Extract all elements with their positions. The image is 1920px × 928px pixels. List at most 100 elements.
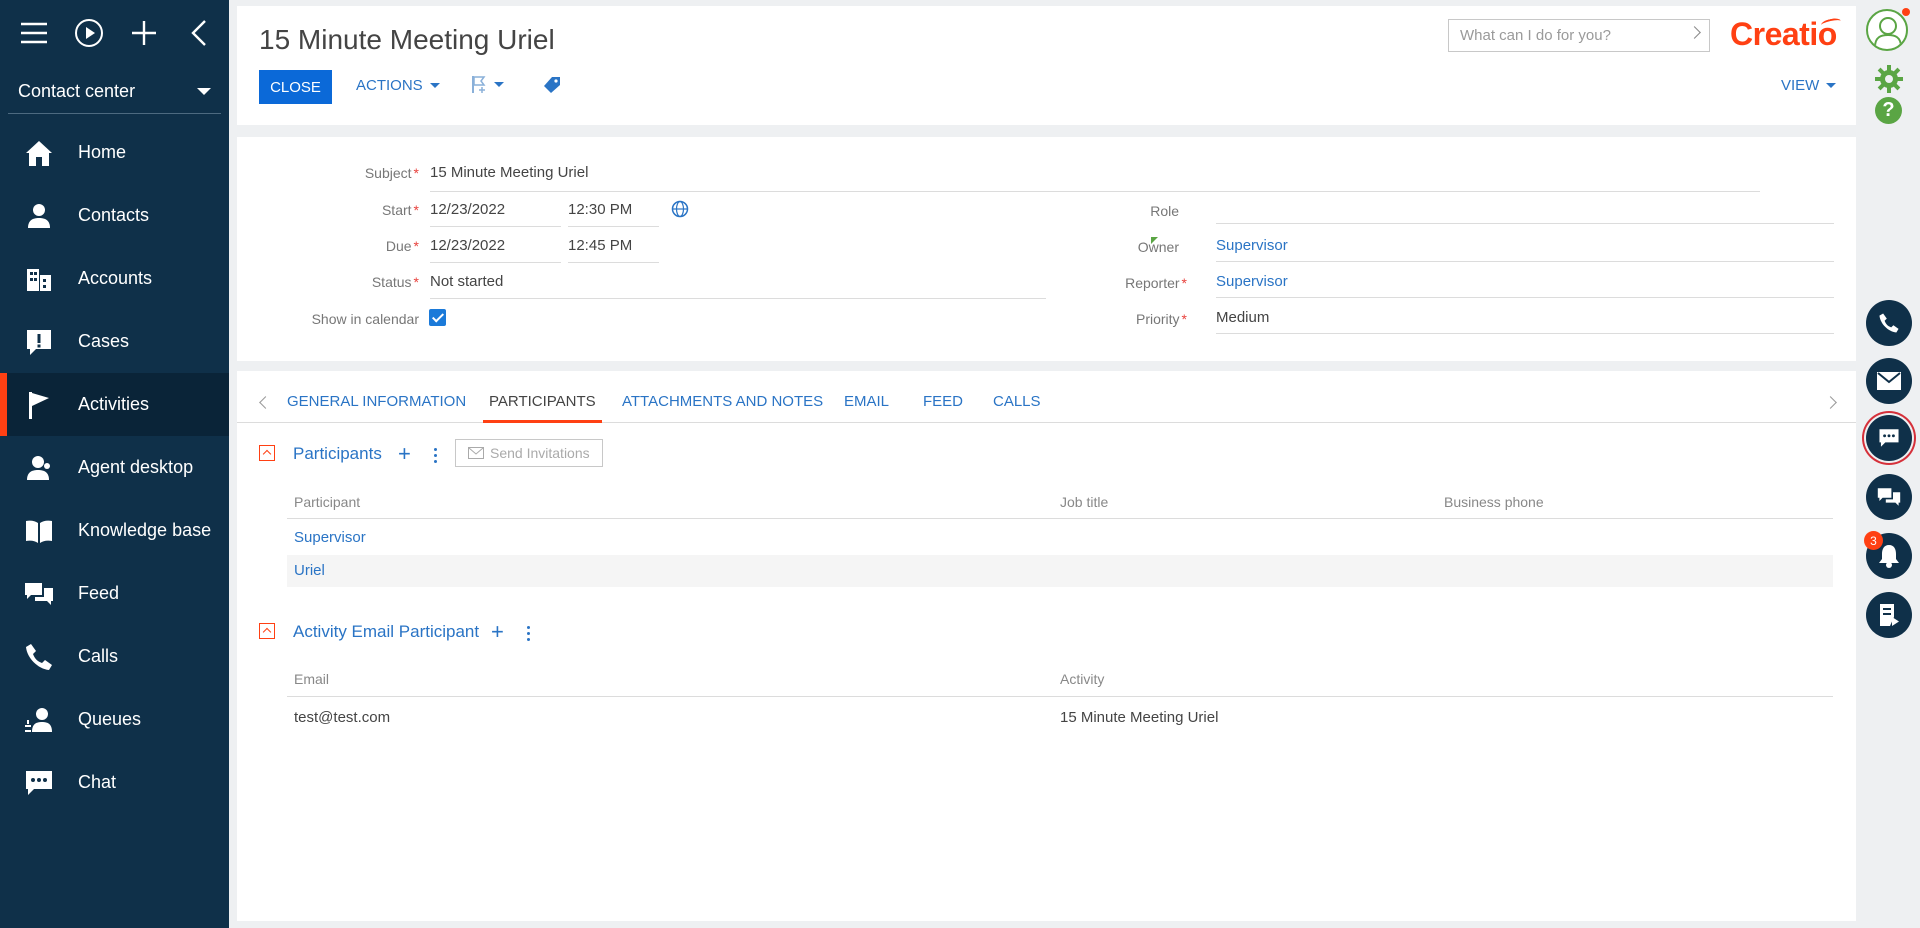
envelope-icon [468, 447, 484, 459]
play-circle-icon[interactable] [71, 13, 106, 53]
sidebar-item-label: Contacts [78, 205, 150, 225]
settings-gear-icon[interactable] [1874, 64, 1904, 99]
tab-email[interactable]: EMAIL [844, 393, 889, 423]
sidebar-item-feed[interactable]: Feed [0, 562, 229, 625]
hamburger-menu-icon[interactable] [16, 13, 51, 53]
tag-button[interactable] [543, 76, 561, 99]
tab-participants[interactable]: PARTICIPANTS [483, 393, 602, 423]
user-avatar[interactable] [1866, 9, 1908, 51]
feed-panel-button[interactable] [1866, 474, 1912, 520]
table-row[interactable]: Uriel [287, 555, 1833, 587]
participants-collapse-icon[interactable] [259, 445, 275, 461]
tab-general-information[interactable]: GENERAL INFORMATION [287, 393, 466, 423]
tab-scroll-left-icon[interactable] [259, 396, 272, 409]
due-time-field[interactable]: 12:45 PM [568, 237, 632, 254]
phone-panel-button[interactable] [1866, 300, 1912, 346]
priority-field[interactable]: Medium [1216, 309, 1269, 326]
sidebar-item-chat[interactable]: Chat [0, 751, 229, 814]
tab-feed[interactable]: FEED [923, 393, 963, 423]
close-button[interactable]: CLOSE [259, 70, 332, 104]
column-header-business-phone[interactable]: Business phone [1444, 494, 1544, 510]
tab-calls[interactable]: CALLS [993, 393, 1041, 423]
reporter-underline [1216, 297, 1834, 298]
table-row[interactable]: test@test.com 15 Minute Meeting Uriel [287, 701, 1833, 733]
command-search-input[interactable]: What can I do for you? [1448, 19, 1710, 52]
required-mark: * [413, 238, 419, 254]
participants-section-title[interactable]: Participants [293, 444, 382, 464]
chat-panel-button[interactable] [1866, 415, 1912, 461]
send-invitations-button[interactable]: Send Invitations [455, 439, 603, 467]
participants-more-icon[interactable] [434, 448, 438, 466]
sidebar-item-agent-desktop[interactable]: Agent desktop [0, 436, 229, 499]
chat-icon [24, 768, 54, 798]
required-mark: * [1181, 311, 1187, 327]
sidebar-item-knowledge-base[interactable]: Knowledge base [0, 499, 229, 562]
phone-icon [1879, 313, 1899, 333]
status-field[interactable]: Not started [430, 273, 503, 290]
status-underline [430, 298, 1046, 299]
due-label-text: Due [385, 238, 412, 254]
process-panel-button[interactable] [1866, 592, 1912, 638]
email-participants-collapse-icon[interactable] [259, 623, 275, 639]
column-header-email[interactable]: Email [294, 671, 329, 687]
send-invitations-label: Send Invitations [490, 445, 590, 461]
plus-icon[interactable] [127, 13, 162, 53]
participant-link[interactable]: Supervisor [294, 529, 366, 546]
add-participant-button[interactable]: + [398, 443, 411, 465]
flag-icon [24, 390, 54, 420]
due-date-field[interactable]: 12/23/2022 [430, 237, 505, 254]
show-in-calendar-checkbox[interactable] [429, 309, 446, 326]
start-date-field[interactable]: 12/23/2022 [430, 201, 505, 218]
column-header-job-title[interactable]: Job title [1060, 494, 1108, 510]
due-time-underline [568, 262, 659, 263]
column-header-activity[interactable]: Activity [1060, 671, 1104, 687]
sidebar-toolbar [0, 0, 229, 66]
collapse-chevron-icon[interactable] [182, 13, 217, 53]
chevron-right-icon[interactable] [1688, 26, 1701, 39]
sidebar-item-label: Knowledge base [78, 520, 212, 540]
home-icon [24, 138, 54, 168]
view-label: VIEW [1781, 77, 1820, 94]
sidebar-item-queues[interactable]: Queues [0, 688, 229, 751]
timezone-globe-icon[interactable] [671, 200, 689, 218]
start-time-underline [568, 226, 659, 227]
required-mark: * [1181, 275, 1187, 291]
reporter-link[interactable]: Supervisor [1216, 273, 1288, 290]
chevron-down-icon [197, 88, 211, 95]
tab-scroll-right-icon[interactable] [1824, 396, 1837, 409]
sidebar-nav: Home Contacts Accounts Cases Activities … [0, 121, 229, 814]
actions-button[interactable]: ACTIONS [356, 77, 440, 94]
participants-header-divider [287, 518, 1833, 519]
subject-label-text: Subject [364, 165, 412, 181]
sidebar-item-calls[interactable]: Calls [0, 625, 229, 688]
add-email-participant-button[interactable]: + [491, 621, 504, 643]
detail-panel: GENERAL INFORMATION PARTICIPANTS ATTACHM… [237, 371, 1856, 921]
process-flag-button[interactable] [470, 74, 504, 94]
sidebar-item-contacts[interactable]: Contacts [0, 184, 229, 247]
column-header-participant[interactable]: Participant [294, 494, 360, 510]
participant-link[interactable]: Uriel [294, 562, 325, 579]
sidebar-item-label: Queues [78, 709, 142, 729]
page-title: 15 Minute Meeting Uriel [259, 24, 555, 55]
email-cell: test@test.com [294, 709, 391, 726]
start-time-field[interactable]: 12:30 PM [568, 201, 632, 218]
table-row[interactable]: Supervisor [287, 522, 1833, 554]
email-panel-button[interactable] [1866, 358, 1912, 404]
email-participants-section-title[interactable]: Activity Email Participant [293, 622, 479, 642]
email-participants-more-icon[interactable] [527, 626, 531, 644]
owner-link[interactable]: Supervisor [1216, 237, 1288, 254]
sidebar-item-home[interactable]: Home [0, 121, 229, 184]
required-mark: * [413, 274, 419, 290]
subject-field[interactable]: 15 Minute Meeting Uriel [430, 164, 588, 181]
sidebar-item-cases[interactable]: Cases [0, 310, 229, 373]
sidebar-item-label: Agent desktop [78, 457, 194, 477]
tab-attachments-and-notes[interactable]: ATTACHMENTS AND NOTES [622, 393, 823, 423]
view-button[interactable]: VIEW [1781, 77, 1837, 94]
record-header: 15 Minute Meeting Uriel What can I do fo… [237, 6, 1856, 125]
chat-bubbles-icon [1877, 488, 1901, 506]
workspace-selector[interactable]: Contact center [8, 70, 221, 114]
sidebar-item-accounts[interactable]: Accounts [0, 247, 229, 310]
start-label-text: Start [381, 202, 412, 218]
help-icon[interactable]: ? [1875, 97, 1902, 124]
sidebar-item-activities[interactable]: Activities [0, 373, 229, 436]
